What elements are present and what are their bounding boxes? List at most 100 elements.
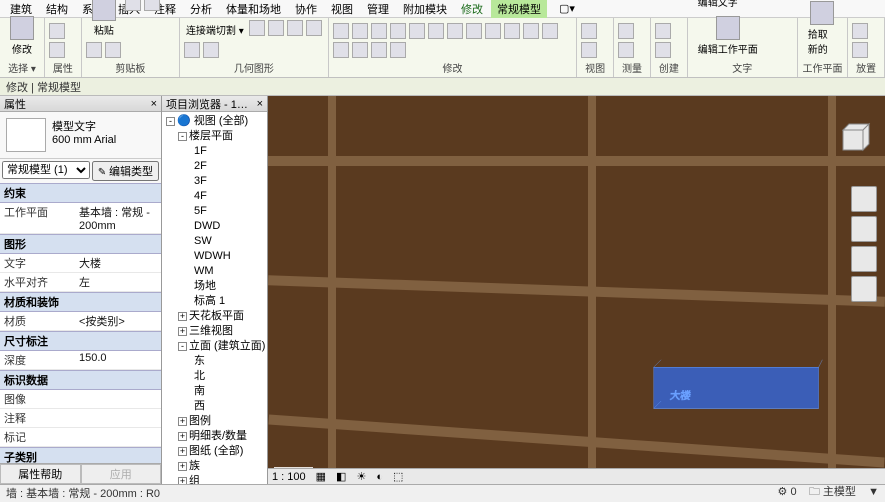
expand-toggle[interactable]: + [178, 432, 187, 441]
expand-toggle[interactable]: + [178, 327, 187, 336]
tree-node[interactable]: +天花板平面 [164, 309, 265, 324]
ribbon-small-button[interactable] [333, 23, 349, 39]
tree-node[interactable]: +组 [164, 474, 265, 484]
ribbon-small-button[interactable] [352, 23, 368, 39]
property-row[interactable]: 图像 [0, 390, 161, 409]
property-row[interactable]: 材质<按类别> [0, 312, 161, 331]
tree-root[interactable]: -🔵 视图 (全部) [164, 114, 265, 129]
expand-toggle[interactable]: + [178, 417, 187, 426]
ribbon-big-button[interactable]: 修改 [4, 14, 40, 58]
close-icon[interactable]: × [257, 98, 263, 110]
property-value[interactable] [75, 428, 161, 446]
ribbon-small-button[interactable] [655, 23, 671, 39]
property-category[interactable]: 约束 [0, 183, 161, 203]
expand-toggle[interactable]: - [178, 342, 187, 351]
property-row[interactable]: 工作平面基本墙 : 常规 - 200mm [0, 203, 161, 234]
property-category[interactable]: 材质和装饰 [0, 292, 161, 312]
edit-type-button[interactable]: ✎ 编辑类型 [92, 161, 159, 181]
property-grid[interactable]: 约束工作平面基本墙 : 常规 - 200mm图形文字大楼水平对齐左材质和装饰材质… [0, 183, 161, 463]
selected-model-text[interactable]: 大楼 [648, 356, 828, 416]
ribbon-small-button[interactable] [523, 23, 539, 39]
ribbon-small-button[interactable] [466, 23, 482, 39]
browser-tree[interactable]: -🔵 视图 (全部) -楼层平面1F2F3F4F5FDWDSWWDWHWM场地标… [162, 112, 267, 484]
property-row[interactable]: 标记 [0, 428, 161, 447]
ribbon-small-button[interactable] [333, 42, 349, 58]
pan-icon[interactable] [851, 216, 877, 242]
ribbon-big-button[interactable]: 拾取新的 [802, 0, 843, 58]
property-category[interactable]: 图形 [0, 234, 161, 254]
property-value[interactable]: 基本墙 : 常规 - 200mm [75, 203, 161, 233]
ribbon-small-button[interactable] [86, 42, 102, 58]
tree-node[interactable]: +三维视图 [164, 324, 265, 339]
property-row[interactable]: 文字大楼 [0, 254, 161, 273]
ribbon-small-button[interactable] [504, 23, 520, 39]
help-icon[interactable]: ▢▾ [553, 2, 581, 15]
ribbon-small-button[interactable] [618, 42, 634, 58]
expand-toggle[interactable]: + [178, 447, 187, 456]
ribbon-small-button[interactable] [655, 42, 671, 58]
tree-node[interactable]: DWD [164, 219, 265, 234]
property-category[interactable]: 子类别 [0, 447, 161, 463]
expand-toggle[interactable]: + [178, 312, 187, 321]
ribbon-small-button[interactable] [49, 42, 65, 58]
expand-toggle[interactable]: + [178, 462, 187, 471]
tree-node[interactable]: 1F [164, 144, 265, 159]
property-row[interactable]: 水平对齐左 [0, 273, 161, 292]
close-icon[interactable]: × [151, 98, 157, 110]
ribbon-small-button[interactable] [542, 23, 558, 39]
property-value[interactable] [75, 409, 161, 427]
menu-item[interactable]: 结构 [40, 1, 74, 17]
ribbon-small-button[interactable] [249, 20, 265, 36]
properties-help-button[interactable]: 属性帮助 [0, 464, 81, 484]
tree-node[interactable]: +明细表/数量 [164, 429, 265, 444]
visual-style-icon[interactable]: ◧ [336, 470, 346, 483]
ribbon-small-button[interactable] [371, 42, 387, 58]
menu-item[interactable]: 附加模块 [397, 1, 453, 17]
property-value[interactable]: 大楼 [75, 254, 161, 272]
tree-node[interactable]: 场地 [164, 279, 265, 294]
ribbon-small-button[interactable] [390, 42, 406, 58]
tree-node[interactable]: WM [164, 264, 265, 279]
menu-item[interactable]: 协作 [289, 1, 323, 17]
scale-label[interactable]: 1 : 100 [272, 471, 306, 483]
filter-icon[interactable]: ▼ [868, 486, 879, 498]
ribbon-small-button[interactable] [852, 42, 868, 58]
property-row[interactable]: 深度150.0 [0, 351, 161, 370]
ribbon-small-button[interactable] [144, 0, 160, 11]
ribbon-small-button[interactable] [268, 20, 284, 36]
menu-item[interactable]: 分析 [184, 1, 218, 17]
ribbon-big-button[interactable]: 编辑文字 [692, 0, 744, 11]
ribbon-small-button[interactable] [203, 42, 219, 58]
tree-node[interactable]: SW [164, 234, 265, 249]
3d-view-canvas[interactable]: 大楼 1 : 100 1 : 100 ▦ ◧ [268, 96, 885, 484]
tree-node[interactable]: 3F [164, 174, 265, 189]
main-model-label[interactable]: 🗀 主模型 [809, 486, 856, 498]
tree-node[interactable]: 2F [164, 159, 265, 174]
workset-icon[interactable]: ⚙ 0 [778, 486, 797, 498]
ribbon-small-button[interactable] [371, 23, 387, 39]
property-value[interactable]: 左 [75, 273, 161, 291]
expand-toggle[interactable]: - [178, 132, 187, 141]
property-value[interactable]: <按类别> [75, 312, 161, 330]
ribbon-big-button[interactable]: 编辑工作平面 [692, 14, 764, 58]
tree-node[interactable]: -立面 (建筑立面) [164, 339, 265, 354]
ribbon-small-button[interactable] [105, 42, 121, 58]
apply-button[interactable]: 应用 [81, 464, 162, 484]
tree-node[interactable]: 南 [164, 384, 265, 399]
ribbon-small-button[interactable] [428, 23, 444, 39]
tree-node[interactable]: -楼层平面 [164, 129, 265, 144]
ribbon-small-button[interactable] [184, 42, 200, 58]
ribbon-small-button[interactable] [447, 23, 463, 39]
property-value[interactable]: 150.0 [75, 351, 161, 369]
menu-item[interactable]: 管理 [361, 1, 395, 17]
menu-item[interactable]: 体量和场地 [220, 1, 287, 17]
property-category[interactable]: 尺寸标注 [0, 331, 161, 351]
orbit-icon[interactable] [851, 276, 877, 302]
zoom-icon[interactable] [851, 246, 877, 272]
tree-node[interactable]: 北 [164, 369, 265, 384]
detail-level-icon[interactable]: ▦ [316, 470, 326, 483]
menu-item[interactable]: 修改 [455, 1, 489, 17]
sun-path-icon[interactable]: ☀ [356, 470, 366, 483]
property-value[interactable] [75, 390, 161, 408]
crop-icon[interactable]: ⬚ [393, 470, 403, 483]
